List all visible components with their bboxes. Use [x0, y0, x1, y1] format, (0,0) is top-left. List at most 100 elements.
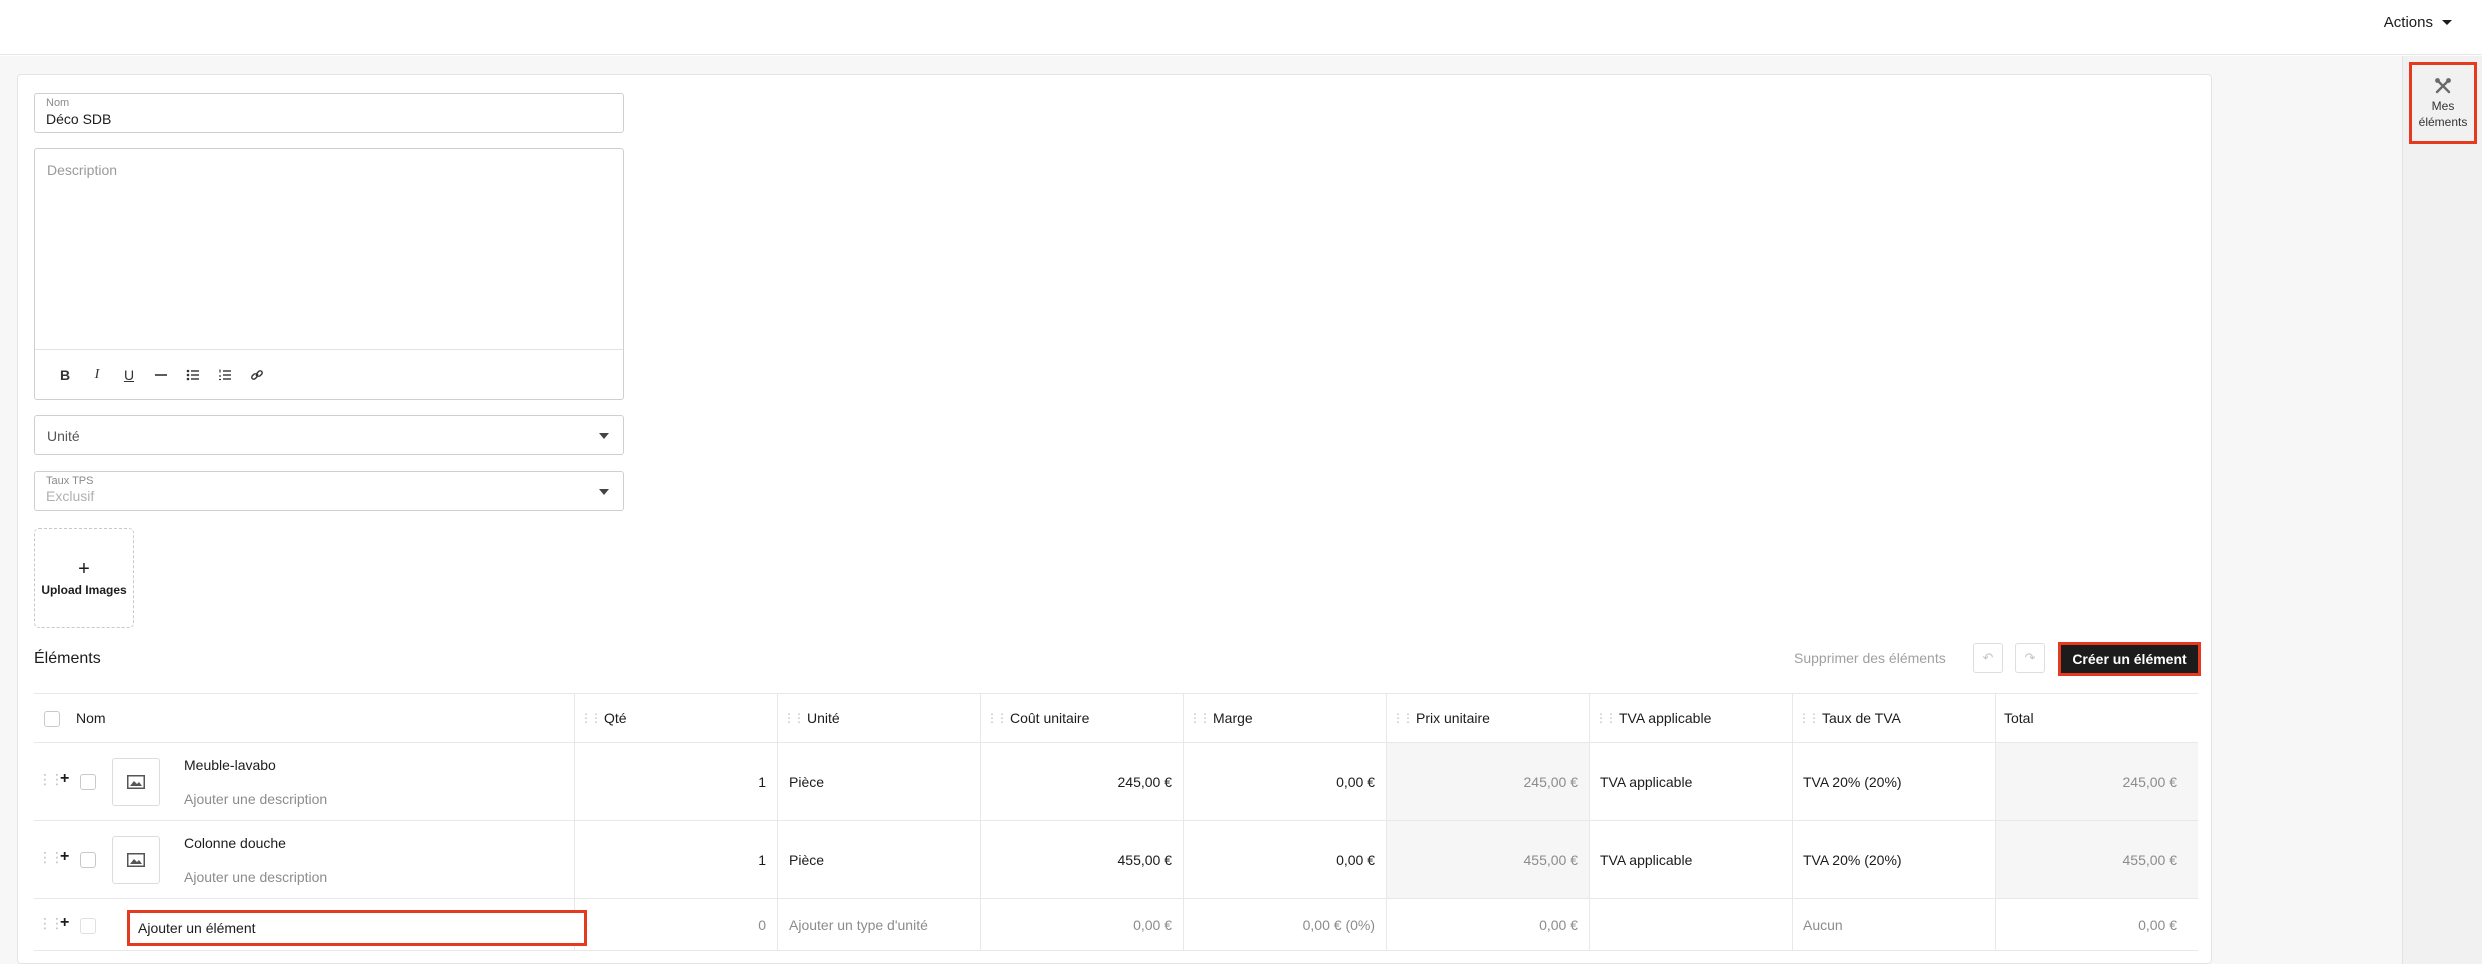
row-total: 245,00 € — [2122, 773, 2178, 790]
name-field-label: Nom — [46, 97, 70, 109]
row-taux-tva[interactable]: TVA 20% (20%) — [1803, 743, 1902, 820]
row-description[interactable]: Ajouter une description — [184, 791, 327, 807]
plus-icon: + — [78, 558, 90, 580]
name-field[interactable]: Nom Déco SDB — [34, 93, 624, 133]
row-total: 455,00 € — [2122, 851, 2178, 868]
add-sub-item-button[interactable]: + — [60, 848, 69, 866]
row-description[interactable]: Ajouter une description — [184, 869, 327, 885]
column-header-nom[interactable]: Nom — [76, 694, 106, 742]
image-placeholder-icon[interactable] — [112, 758, 160, 806]
bullet-list-icon[interactable] — [183, 365, 203, 385]
numbered-list-icon[interactable] — [215, 365, 235, 385]
column-header-prix-label: Prix unitaire — [1416, 710, 1490, 726]
column-header-tva-applicable[interactable]: ⋮⋮ TVA applicable — [1595, 694, 1711, 742]
actions-menu-button[interactable]: Actions — [2384, 10, 2452, 34]
description-editor[interactable]: Description B I U — [34, 148, 624, 400]
column-header-marge-label: Marge — [1213, 710, 1253, 726]
row-drag-handle-icon[interactable]: ⋮⋮ — [38, 771, 64, 788]
underline-icon[interactable]: U — [119, 365, 139, 385]
italic-icon[interactable]: I — [87, 365, 107, 385]
row-taux-tva[interactable]: TVA 20% (20%) — [1803, 821, 1902, 898]
undo-button[interactable]: ↶ — [1973, 643, 2003, 673]
row-name[interactable]: Meuble-lavabo — [184, 757, 276, 773]
row-tva-applicable[interactable]: TVA applicable — [1600, 743, 1692, 820]
column-header-taux-tva-label: Taux de TVA — [1822, 710, 1901, 726]
redo-icon: ↷ — [2024, 650, 2036, 665]
row-qte[interactable]: 1 — [574, 821, 766, 898]
create-element-button[interactable]: Créer un élément — [2061, 645, 2198, 673]
drag-handle-icon: ⋮⋮ — [1189, 711, 1211, 725]
top-bar: Actions — [0, 0, 2482, 55]
add-sub-item-button[interactable]: + — [60, 914, 69, 932]
drag-handle-icon: ⋮⋮ — [1595, 711, 1617, 725]
add-element-input[interactable] — [130, 913, 584, 943]
column-header-qte[interactable]: ⋮⋮ Qté — [580, 694, 627, 742]
add-row-qte[interactable]: 0 — [574, 899, 766, 950]
add-element-row: ⋮⋮ + 0 Ajouter un type d'unité 0,00 € 0,… — [34, 899, 2198, 951]
mes-elements-label-1: Mes — [2431, 99, 2455, 113]
add-sub-item-button[interactable]: + — [60, 770, 69, 788]
add-row-total: 0,00 € — [2138, 916, 2177, 933]
column-header-tva-applicable-label: TVA applicable — [1619, 710, 1712, 726]
row-checkbox[interactable] — [80, 774, 96, 790]
drag-handle-icon: ⋮⋮ — [1798, 711, 1820, 725]
taux-tps-value: Exclusif — [46, 488, 95, 504]
element-form-card: Nom Déco SDB Description B I U Unité Tau… — [17, 74, 2212, 964]
row-cout[interactable]: 455,00 € — [980, 821, 1173, 898]
name-field-value: Déco SDB — [46, 111, 112, 127]
row-tva-applicable[interactable]: TVA applicable — [1600, 821, 1692, 898]
column-header-marge[interactable]: ⋮⋮ Marge — [1189, 694, 1253, 742]
undo-icon: ↶ — [1982, 650, 1994, 665]
link-icon[interactable] — [247, 365, 267, 385]
upload-images-label: Upload Images — [41, 583, 127, 597]
drag-handle-icon: ⋮⋮ — [986, 711, 1008, 725]
bold-icon[interactable]: B — [55, 365, 75, 385]
table-row: ⋮⋮ + Colonne douche Ajouter une descript… — [34, 821, 2198, 899]
row-marge[interactable]: 0,00 € — [1183, 743, 1375, 820]
unite-select[interactable]: Unité — [34, 415, 624, 455]
row-checkbox[interactable] — [80, 852, 96, 868]
elements-section-title: Éléments — [34, 650, 101, 667]
add-row-marge[interactable]: 0,00 € (0%) — [1183, 899, 1375, 950]
image-placeholder-icon[interactable] — [112, 836, 160, 884]
row-marge[interactable]: 0,00 € — [1183, 821, 1375, 898]
column-header-taux-tva[interactable]: ⋮⋮ Taux de TVA — [1798, 694, 1901, 742]
row-checkbox[interactable] — [80, 918, 96, 934]
add-element-highlight — [127, 910, 587, 946]
delete-elements-button[interactable]: Supprimer des éléments — [1794, 650, 1946, 666]
upload-images-button[interactable]: + Upload Images — [34, 528, 134, 628]
mes-elements-button[interactable]: Mes éléments — [2409, 62, 2477, 144]
drag-handle-icon: ⋮⋮ — [783, 711, 805, 725]
row-prix: 245,00 € — [1523, 773, 1579, 790]
description-placeholder: Description — [47, 162, 118, 178]
add-row-unite[interactable]: Ajouter un type d'unité — [789, 899, 928, 950]
column-header-cout-label: Coût unitaire — [1010, 710, 1090, 726]
row-qte[interactable]: 1 — [574, 743, 766, 820]
column-header-qte-label: Qté — [604, 710, 627, 726]
elements-table: Nom ⋮⋮ Qté ⋮⋮ Unité ⋮⋮ Coût unitaire ⋮⋮ Marg… — [34, 693, 2198, 951]
add-row-prix: 0,00 € — [1539, 916, 1578, 933]
row-prix: 455,00 € — [1523, 851, 1579, 868]
add-row-cout[interactable]: 0,00 € — [980, 899, 1172, 950]
add-row-taux-tva[interactable]: Aucun — [1803, 899, 1843, 950]
chevron-down-icon — [599, 489, 609, 495]
row-drag-handle-icon[interactable]: ⋮⋮ — [38, 915, 64, 932]
select-all-checkbox[interactable] — [44, 711, 60, 727]
row-drag-handle-icon[interactable]: ⋮⋮ — [38, 849, 64, 866]
tools-icon — [2435, 78, 2451, 94]
redo-button[interactable]: ↷ — [2015, 643, 2045, 673]
drag-handle-icon: ⋮⋮ — [580, 711, 602, 725]
column-header-cout[interactable]: ⋮⋮ Coût unitaire — [986, 694, 1089, 742]
column-header-prix[interactable]: ⋮⋮ Prix unitaire — [1392, 694, 1490, 742]
column-header-unite[interactable]: ⋮⋮ Unité — [783, 694, 840, 742]
row-name[interactable]: Colonne douche — [184, 835, 286, 851]
chevron-down-icon — [2442, 19, 2452, 25]
row-unite[interactable]: Pièce — [789, 743, 824, 820]
taux-tps-select[interactable]: Taux TPS Exclusif — [34, 471, 624, 511]
actions-label: Actions — [2383, 13, 2433, 31]
table-header: Nom ⋮⋮ Qté ⋮⋮ Unité ⋮⋮ Coût unitaire ⋮⋮ Marg… — [34, 693, 2198, 743]
row-cout[interactable]: 245,00 € — [980, 743, 1173, 820]
table-row: ⋮⋮ + Meuble-lavabo Ajouter une descripti… — [34, 743, 2198, 821]
horizontal-rule-icon[interactable] — [151, 365, 171, 385]
row-unite[interactable]: Pièce — [789, 821, 824, 898]
